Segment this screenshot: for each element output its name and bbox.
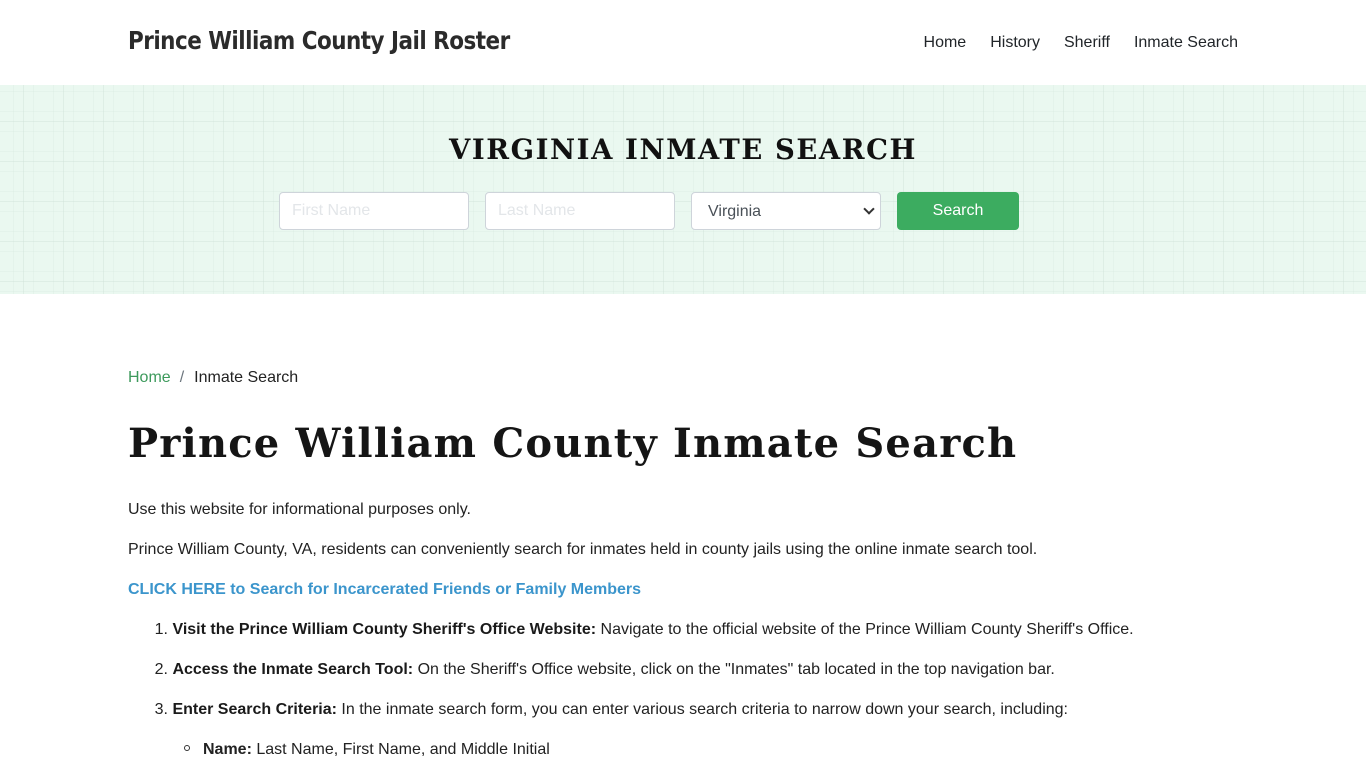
search-incarcerated-cta-link[interactable]: CLICK HERE to Search for Incarcerated Fr… xyxy=(128,580,641,600)
site-brand-link[interactable]: Prince William County Jail Roster xyxy=(128,26,510,55)
step-text: In the inmate search form, you can enter… xyxy=(336,701,1068,718)
inmate-search-form: Virginia Search xyxy=(279,192,1019,230)
breadcrumb-home-link[interactable]: Home xyxy=(128,369,171,387)
breadcrumb: Home / Inmate Search xyxy=(128,369,298,387)
step-title: Visit the Prince William County Sheriff'… xyxy=(172,621,597,638)
state-select-wrapper: Virginia xyxy=(691,192,881,230)
intro-text: Use this website for informational purpo… xyxy=(128,501,471,518)
nav-sheriff[interactable]: Sheriff xyxy=(1064,33,1110,53)
description-text: Prince William County, VA, residents can… xyxy=(128,541,1038,558)
hero-title: VIRGINIA INMATE SEARCH xyxy=(448,133,918,166)
step-number: 1. xyxy=(154,621,168,638)
step-text: Navigate to the official website of the … xyxy=(596,621,1134,638)
main-nav: Home History Sheriff Inmate Search xyxy=(900,33,1238,53)
breadcrumb-separator: / xyxy=(179,369,185,386)
step-item: 3. Enter Search Criteria: In the inmate … xyxy=(152,700,1134,720)
criteria-title: Name: xyxy=(203,741,252,758)
last-name-input[interactable] xyxy=(485,192,675,230)
step-item: 1. Visit the Prince William County Sheri… xyxy=(152,620,1134,640)
site-header: Prince William County Jail Roster Home H… xyxy=(0,0,1366,85)
criteria-item: Name: Last Name, First Name, and Middle … xyxy=(184,740,550,760)
nav-inmate-search[interactable]: Inmate Search xyxy=(1134,33,1238,53)
nav-home[interactable]: Home xyxy=(924,33,967,53)
step-text: On the Sheriff's Office website, click o… xyxy=(413,661,1055,678)
step-number: 2. xyxy=(154,661,168,678)
page-title: Prince William County Inmate Search xyxy=(128,420,1018,467)
search-button[interactable]: Search xyxy=(897,192,1019,230)
circle-bullet-icon xyxy=(184,744,190,751)
criteria-text: Last Name, First Name, and Middle Initia… xyxy=(251,741,550,758)
search-criteria-list: Name: Last Name, First Name, and Middle … xyxy=(184,740,550,760)
step-title: Access the Inmate Search Tool: xyxy=(172,661,414,678)
nav-history[interactable]: History xyxy=(990,33,1040,53)
state-select[interactable]: Virginia xyxy=(691,192,881,230)
step-number: 3. xyxy=(154,701,168,718)
first-name-input[interactable] xyxy=(279,192,469,230)
step-item: 2. Access the Inmate Search Tool: On the… xyxy=(152,660,1134,680)
steps-list: 1. Visit the Prince William County Sheri… xyxy=(152,620,1134,740)
step-title: Enter Search Criteria: xyxy=(172,701,337,718)
hero-search-banner: VIRGINIA INMATE SEARCH Virginia Search xyxy=(0,85,1366,294)
breadcrumb-current: Inmate Search xyxy=(194,369,299,386)
